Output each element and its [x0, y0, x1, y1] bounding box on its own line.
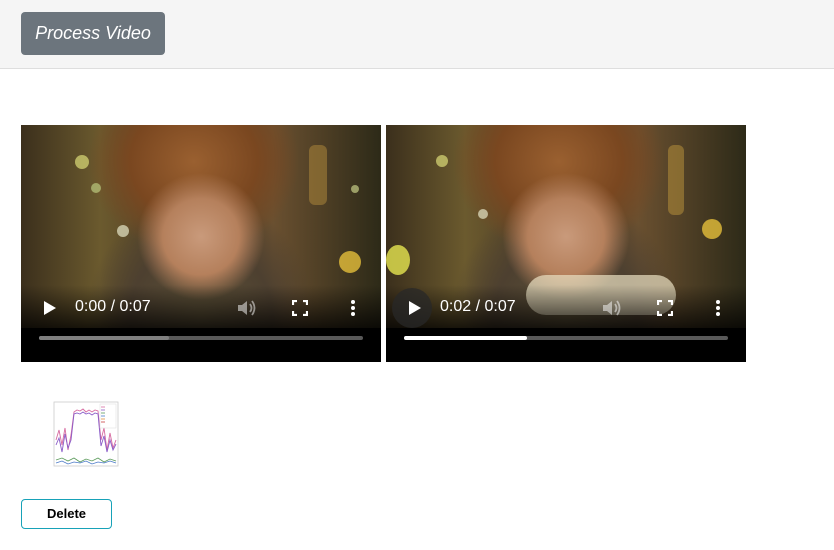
fullscreen-icon[interactable] — [656, 299, 674, 317]
play-icon[interactable] — [43, 300, 57, 316]
volume-icon[interactable] — [237, 299, 257, 317]
process-video-button[interactable]: Process Video — [21, 12, 165, 55]
time-display: 0:00 / 0:07 — [75, 298, 151, 315]
progress-track[interactable] — [39, 336, 363, 340]
volume-icon[interactable] — [602, 299, 622, 317]
top-toolbar: Process Video — [0, 0, 834, 69]
progress-fill — [404, 336, 528, 340]
progress-fill — [39, 336, 169, 340]
play-icon[interactable] — [408, 300, 422, 316]
progress-track[interactable] — [404, 336, 728, 340]
more-vert-icon[interactable] — [714, 299, 722, 317]
fullscreen-icon[interactable] — [291, 299, 309, 317]
video-player-1[interactable]: 0:00 / 0:07 — [21, 125, 381, 362]
time-display: 0:02 / 0:07 — [440, 298, 516, 315]
video-player-2[interactable]: 0:02 / 0:07 — [386, 125, 746, 362]
more-vert-icon[interactable] — [349, 299, 357, 317]
delete-button[interactable]: Delete — [21, 499, 112, 529]
result-chart-thumbnail[interactable] — [48, 400, 120, 472]
